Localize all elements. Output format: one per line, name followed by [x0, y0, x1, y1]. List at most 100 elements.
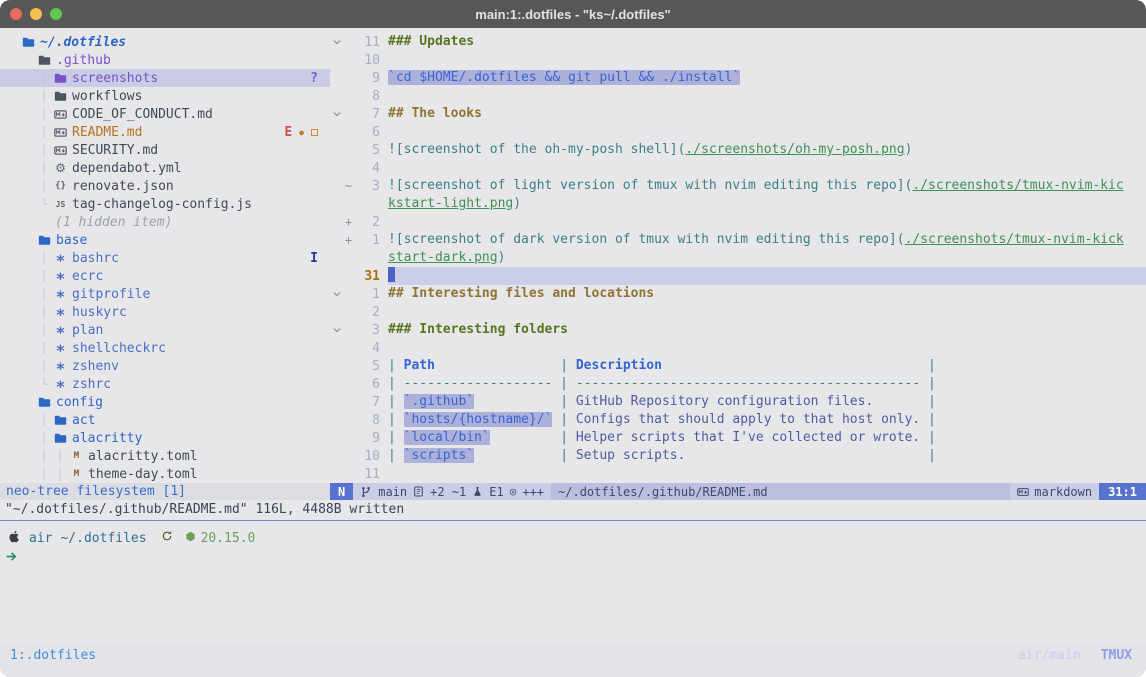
fold-marker-icon[interactable] [330, 325, 343, 335]
markdown-icon [1017, 486, 1029, 498]
line-number: 7 [354, 107, 380, 122]
editor-line[interactable]: 5| Path | Description | [330, 357, 1146, 375]
tree-item-dependabot-yml[interactable]: │⚙dependabot.yml [0, 159, 330, 177]
tree-item-base[interactable]: base [0, 231, 330, 249]
editor-line[interactable]: start-dark.png) [330, 249, 1146, 267]
input-line[interactable] [0, 548, 1146, 568]
editor-line[interactable]: 2 [330, 303, 1146, 321]
editor-line[interactable]: 4 [330, 159, 1146, 177]
badge-I: I [310, 251, 318, 266]
fold-marker-icon[interactable] [330, 109, 343, 119]
tree-item-label: workflows [72, 89, 142, 104]
node-icon [185, 531, 196, 546]
indent-guide: │ [36, 306, 52, 319]
tree-item-label: screenshots [72, 71, 158, 86]
line-text [388, 267, 1146, 285]
tree-item-renovate-json[interactable]: │{}renovate.json [0, 177, 330, 195]
editor-line[interactable]: 4 [330, 339, 1146, 357]
editor-line[interactable]: 31 [330, 267, 1146, 285]
editor-line[interactable]: 7| `.github` | GitHub Repository configu… [330, 393, 1146, 411]
line-number: 5 [354, 143, 380, 158]
editor-line[interactable]: 9`cd $HOME/.dotfiles && git pull && ./in… [330, 69, 1146, 87]
editor-line[interactable]: 10 [330, 51, 1146, 69]
star-icon: * [52, 307, 69, 317]
editor-line[interactable]: 9| `local/bin` | Helper scripts that I'v… [330, 429, 1146, 447]
filetype-segment: markdown [1010, 483, 1099, 500]
tree-item-dotfiles[interactable]: ~/.dotfiles [0, 33, 330, 51]
editor-line[interactable]: 8 [330, 87, 1146, 105]
tree-item-bashrc[interactable]: │*bashrcI [0, 249, 330, 267]
indent-guide: └ [36, 198, 52, 211]
indent-guide: │ [36, 432, 52, 445]
mode-indicator: N [330, 483, 353, 500]
line-number: 11 [354, 35, 380, 50]
fold-marker-icon[interactable] [330, 289, 343, 299]
tmux-label: TMUX [1101, 648, 1132, 663]
editor-line[interactable]: 1## Interesting files and locations [330, 285, 1146, 303]
editor-line[interactable]: 11 [330, 465, 1146, 483]
tree-item-zshenv[interactable]: │*zshenv [0, 357, 330, 375]
tree-item-screenshots[interactable]: │screenshots? [0, 69, 330, 87]
line-number: 1 [354, 233, 380, 248]
tree-item-label: shellcheckrc [72, 341, 166, 356]
tmux-window-tab[interactable]: 1:.dotfiles [10, 648, 96, 663]
fold-marker-icon[interactable] [330, 37, 343, 47]
editor-line[interactable]: 8| `hosts/{hostname}/` | Configs that sh… [330, 411, 1146, 429]
tree-item-label: (1 hidden item) [55, 215, 172, 230]
editor-line[interactable]: 3### Interesting folders [330, 321, 1146, 339]
tree-item-label: .github [56, 53, 111, 68]
tree-item-workflows[interactable]: │ workflows [0, 87, 330, 105]
tree-item-security-md[interactable]: │SECURITY.md [0, 141, 330, 159]
tree-item-github[interactable]: .github [0, 51, 330, 69]
prompt-host: air [29, 531, 52, 546]
line-number: 8 [354, 89, 380, 104]
tree-item-readme-md[interactable]: │README.mdE● [0, 123, 330, 141]
git-status-badges: I [310, 251, 318, 266]
tree-item-huskyrc[interactable]: │*huskyrc [0, 303, 330, 321]
tree-item-alacritty-toml[interactable]: ││Malacritty.toml [0, 447, 330, 465]
tree-item-config[interactable]: config [0, 393, 330, 411]
git-diff-counts: +2 ~1 [430, 485, 466, 499]
status-row: neo-tree filesystem [1] N main +2 ~1 E1 … [0, 483, 1146, 500]
editor-line[interactable]: 11### Updates [330, 33, 1146, 51]
git-sign: ~ [343, 179, 354, 193]
toml-icon: M [68, 451, 85, 461]
neotree-statusline: neo-tree filesystem [1] [0, 483, 330, 500]
tree-item-act[interactable]: │ act [0, 411, 330, 429]
tmux-pane-divider[interactable] [0, 520, 1146, 521]
tree-item-ecrc[interactable]: │*ecrc [0, 267, 330, 285]
git-sign: + [343, 215, 354, 229]
indent-guide: │ [36, 414, 52, 427]
tree-item-1-hidden-item[interactable]: (1 hidden item) [0, 213, 330, 231]
folder-icon [20, 36, 37, 49]
indent-guide: │ [36, 252, 52, 265]
indent-guide: │ [36, 90, 52, 103]
tree-item-gitprofile[interactable]: │*gitprofile [0, 285, 330, 303]
editor-line[interactable]: ~3![screenshot of light version of tmux … [330, 177, 1146, 195]
tree-item-label: act [72, 413, 95, 428]
gear-icon: ⚙ [52, 161, 69, 175]
editor-line[interactable]: 10| `scripts` | Setup scripts. | [330, 447, 1146, 465]
editor-line[interactable]: 6 [330, 123, 1146, 141]
folder-icon [52, 432, 69, 445]
editor-line[interactable]: 7## The looks [330, 105, 1146, 123]
tree-item-code-of-conduct-md[interactable]: │CODE_OF_CONDUCT.md [0, 105, 330, 123]
tree-item-shellcheckrc[interactable]: │*shellcheckrc [0, 339, 330, 357]
statusline-extra: +++ [522, 485, 544, 499]
editor-line[interactable]: 6| ------------------- | ---------------… [330, 375, 1146, 393]
git-status-badges: ? [310, 71, 318, 86]
indent-guide: │ [36, 162, 52, 175]
editor-line[interactable]: kstart-light.png) [330, 195, 1146, 213]
tree-item-alacritty[interactable]: │alacritty [0, 429, 330, 447]
tree-item-theme-day-toml[interactable]: ││Mtheme-day.toml [0, 465, 330, 483]
line-number: 6 [354, 377, 380, 392]
filetype-label: markdown [1034, 485, 1092, 499]
editor-line[interactable]: +2 [330, 213, 1146, 231]
editor-line[interactable]: 5![screenshot of the oh-my-posh shell](.… [330, 141, 1146, 159]
indent-guide: │ [36, 450, 52, 463]
tree-item-tag-changelog-config-js[interactable]: └JStag-changelog-config.js [0, 195, 330, 213]
tree-item-zshrc[interactable]: └*zshrc [0, 375, 330, 393]
tree-item-plan[interactable]: │*plan [0, 321, 330, 339]
shell-pane[interactable]: air ~/.dotfiles 20.15.0 [0, 528, 1146, 568]
editor-line[interactable]: +1![screenshot of dark version of tmux w… [330, 231, 1146, 249]
